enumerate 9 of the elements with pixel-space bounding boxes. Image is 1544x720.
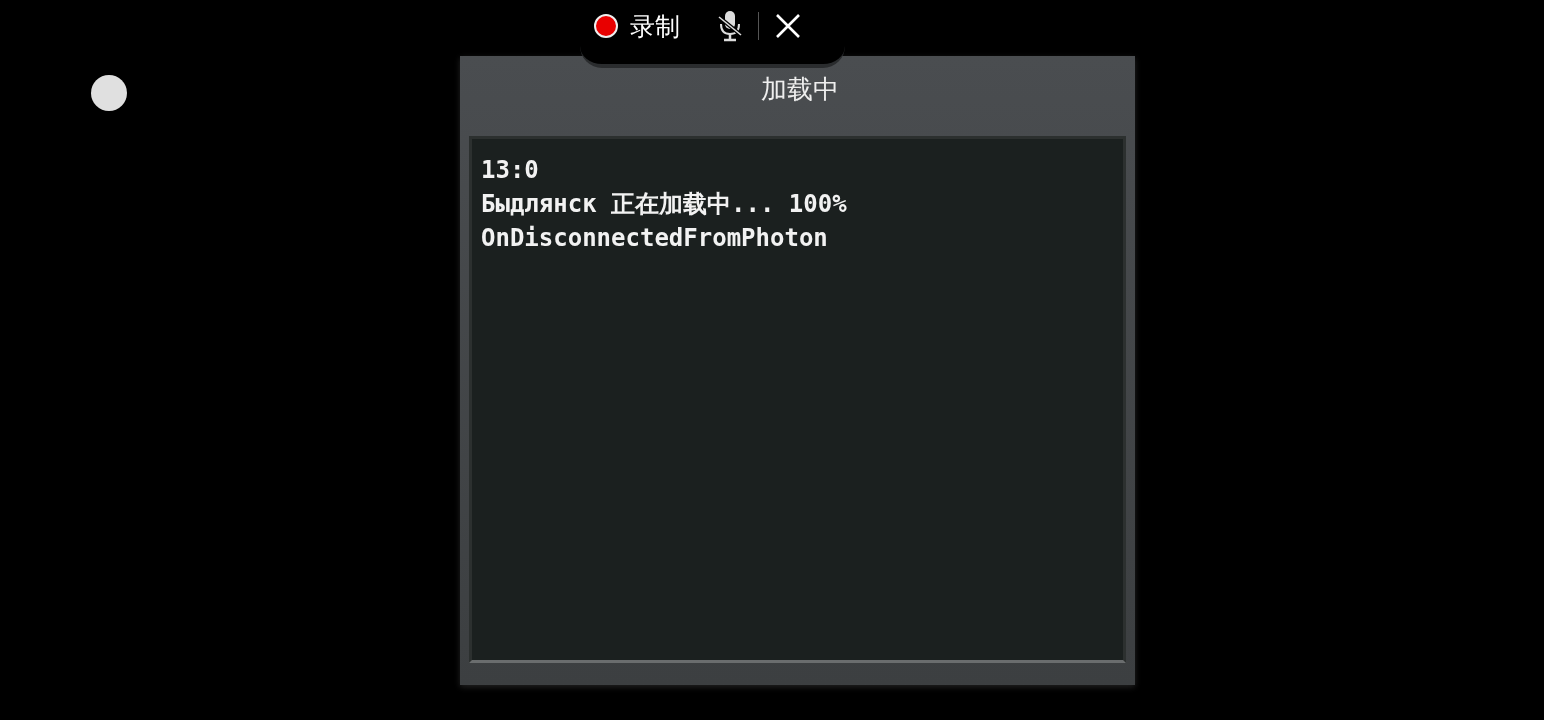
- close-icon[interactable]: [775, 13, 801, 39]
- record-icon[interactable]: [594, 14, 618, 38]
- dialog-title: 加载中: [760, 73, 839, 106]
- mic-muted-icon[interactable]: [716, 9, 744, 43]
- log-line: OnDisconnectedFromPhoton: [481, 223, 828, 254]
- record-label[interactable]: 录制: [630, 9, 680, 43]
- log-line: Быдлянск 正在加载中... 100%: [481, 189, 847, 220]
- log-line: 13:0: [481, 155, 539, 186]
- floating-ball-button[interactable]: [91, 75, 127, 111]
